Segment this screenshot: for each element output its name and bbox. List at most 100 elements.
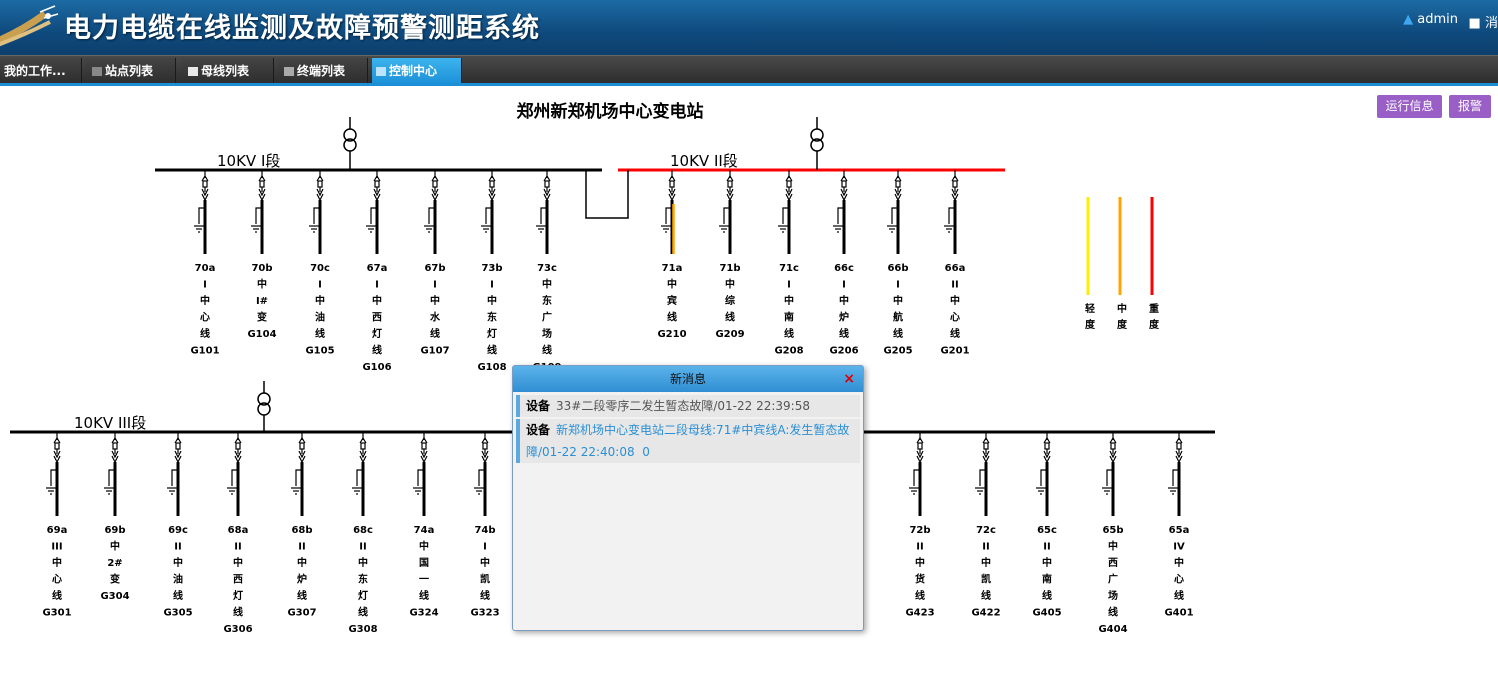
dialog-title-bar[interactable]: 新消息 × [513, 366, 863, 392]
feeder-73c[interactable]: 73c中东广场线G109 [532, 170, 562, 373]
feeder-label: 65a [1169, 525, 1190, 536]
message-item[interactable]: 设备 新郑机场中心变电站二段母线:71#中宾线A:发生暂态故障/01-22 22:… [516, 419, 860, 463]
feeder-74a[interactable]: 74a 中国一线 G324 [409, 432, 439, 619]
feeder-label: G422 [971, 608, 1000, 619]
feeder-label: 国 [419, 557, 429, 569]
feeder-label: 中 [358, 556, 368, 569]
feeder-label: G307 [287, 608, 316, 619]
feeder-label: 中 [784, 294, 794, 307]
feeder-70a[interactable]: 70a I中心线 G101 [190, 170, 220, 357]
feeder-67b[interactable]: 67b I中水线 G107 [420, 170, 450, 357]
feeder-label: 71a [662, 263, 683, 274]
feeder-label: G208 [774, 346, 803, 357]
feeder-label: 线 [915, 589, 925, 602]
feeder-label: 东 [542, 294, 552, 307]
feeder-65b[interactable]: 65b 中西广场线 G404 [1098, 432, 1128, 635]
feeder-65a[interactable]: 65a IV 中心线 G401 [1164, 432, 1194, 619]
feeder-label: G401 [1164, 608, 1193, 619]
feeder-label: 东 [487, 311, 497, 324]
app-title: 电力电缆在线监测及故障预警测距系统 [64, 13, 540, 44]
feeder-label: 西 [1108, 557, 1118, 569]
feeder-label: 凯 [480, 573, 490, 586]
feeder-label: 灯 [358, 589, 368, 602]
feeder-label: 线 [480, 589, 490, 602]
feeder-69a[interactable]: 69a III 中心线 G301 [42, 432, 72, 619]
feeder-66a[interactable]: 66a II 中心线 G201 [940, 170, 970, 357]
feeder-label: 灯 [372, 327, 382, 340]
message-extra: 0 [642, 445, 650, 459]
tab-my-work[interactable]: 我的工作... [0, 58, 82, 85]
feeder-label: 65c [1037, 525, 1057, 536]
site-icon [92, 67, 102, 76]
feeder-68b[interactable]: 68b II 中炉线 G307 [287, 432, 317, 619]
feeder-label: 线 [173, 589, 183, 602]
bus-icon [188, 67, 198, 76]
feeder-68a[interactable]: 68a II 中西灯线 G306 [223, 432, 253, 635]
feeder-label: 中 [893, 294, 903, 307]
feeder-label: 变 [110, 573, 120, 586]
feeder-label: 中 [487, 294, 497, 307]
feeder-label: 中 [950, 294, 960, 307]
feeder-label: 线 [839, 327, 849, 340]
new-message-dialog: 新消息 × 设备 33#二段零序二发生暂态故障/01-22 22:39:58 设备… [512, 365, 864, 631]
tab-control-center[interactable]: 控制中心 [372, 58, 462, 85]
feeder-label: 中 [419, 540, 429, 553]
tab-site-list[interactable]: 站点列表 [86, 58, 176, 85]
feeder-label: 66a [945, 263, 966, 274]
feeder-70c[interactable]: 70c I中油线 G105 [305, 170, 335, 357]
feeder-68c[interactable]: 68c II 中东灯线 G308 [348, 432, 378, 635]
feeder-label: G304 [100, 591, 129, 602]
feeder-72b[interactable]: 72b II 中货线 G423 [905, 432, 935, 619]
feeder-66b[interactable]: 66b I中航线 G205 [883, 170, 913, 357]
legend: 轻度 中度 重度 [1085, 197, 1160, 331]
feeder-label: I [490, 280, 494, 291]
feeder-71b[interactable]: 71b 中综线 G209 [715, 170, 745, 340]
feeder-label: 凯 [981, 573, 991, 586]
feeder-label: 广 [1108, 573, 1118, 586]
tab-bus-list[interactable]: 母线列表 [182, 58, 274, 85]
feeder-label: 71b [719, 263, 740, 274]
tab-terminal-list[interactable]: 终端列表 [278, 58, 368, 85]
close-icon[interactable]: × [843, 366, 855, 392]
message-link[interactable]: ■ 消 [1469, 12, 1498, 31]
feeder-label: 灯 [233, 589, 243, 602]
user-menu[interactable]: ▲ admin [1403, 12, 1458, 27]
bus-1-label: 10KV I段 [217, 152, 280, 170]
feeder-label: 线 [893, 327, 903, 340]
legend-heavy-label: 重度 [1149, 302, 1160, 331]
feeder-72c[interactable]: 72c II 中凯线 G422 [971, 432, 1001, 619]
feeder-label: 宾 [667, 294, 677, 307]
feeder-label: 70b [251, 263, 272, 274]
feeder-70b[interactable]: 70b 中 I# 变 G104 [247, 170, 277, 340]
feeder-label: 油 [173, 573, 183, 586]
feeder-label: 心 [1174, 574, 1184, 586]
feeder-label: G308 [348, 624, 377, 635]
feeder-74b[interactable]: 74b I中凯线 G323 [470, 432, 500, 619]
feeder-71c[interactable]: 71c I中南线 G208 [774, 170, 804, 357]
feeder-label: II [359, 542, 366, 553]
feeder-label: G405 [1032, 608, 1061, 619]
feeder-73b[interactable]: 73b I中东灯线 G108 [477, 170, 507, 373]
feeder-65c[interactable]: 65c II 中南线 G405 [1032, 432, 1062, 619]
feeder-label: 中 [315, 294, 325, 307]
feeder-71a[interactable]: 71a 中宾线 G210 [657, 170, 687, 340]
feeder-69c[interactable]: 69c II 中油线 G305 [163, 432, 193, 619]
feeder-label: G106 [362, 362, 391, 373]
feeder-label: II [1043, 542, 1050, 553]
feeder-label: 中 [839, 294, 849, 307]
feeder-label: G108 [477, 362, 506, 373]
feeder-69b[interactable]: 69b 中 2# 变 G304 [100, 432, 130, 602]
feeder-label: 中 [173, 556, 183, 569]
feeder-label: 71c [779, 263, 799, 274]
message-item[interactable]: 设备 33#二段零序二发生暂态故障/01-22 22:39:58 [516, 395, 860, 417]
feeder-label: 67b [424, 263, 445, 274]
feeder-label: G323 [470, 608, 499, 619]
feeder-label: II [174, 542, 181, 553]
feeder-66c[interactable]: 66c I中炉线 G206 [829, 170, 859, 357]
feeder-label: 中 [110, 540, 120, 553]
feeder-67a[interactable]: 67a I中西灯线 G106 [362, 170, 392, 373]
feeder-label: 73b [481, 263, 502, 274]
feeder-label: 线 [297, 589, 307, 602]
feeder-label: 68b [291, 525, 312, 536]
feeder-label: 68c [353, 525, 373, 536]
